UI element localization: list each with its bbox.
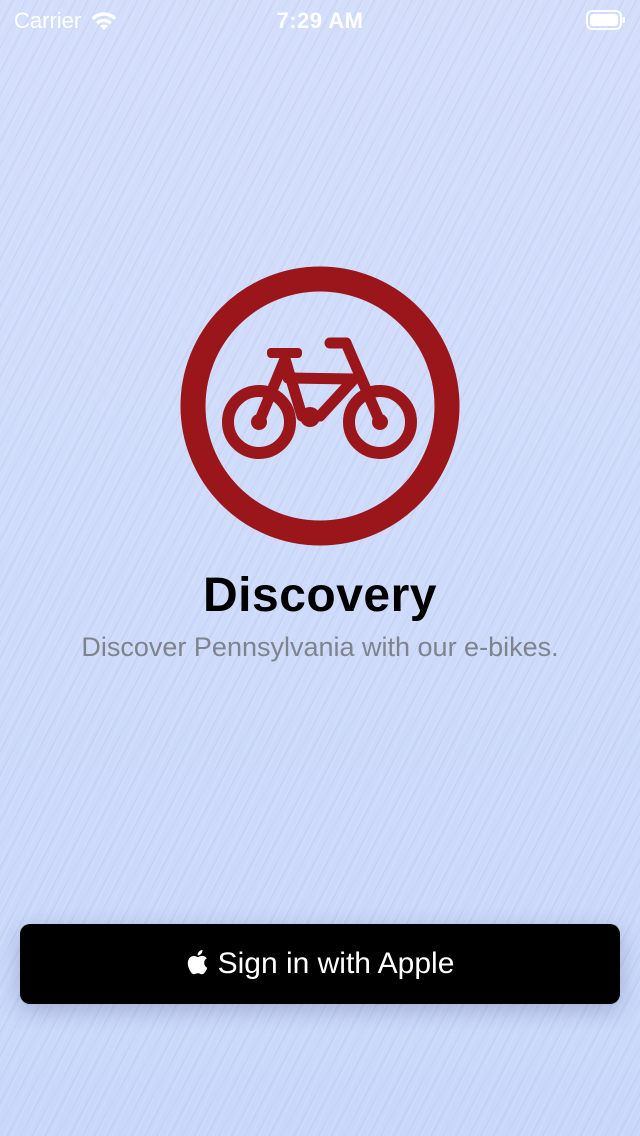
status-bar: Carrier 7:29 AM — [0, 0, 640, 40]
app-logo — [180, 266, 460, 546]
app-subtitle: Discover Pennsylvania with our e-bikes. — [81, 632, 559, 662]
apple-icon — [186, 949, 208, 975]
battery-icon — [586, 10, 626, 30]
status-time: 7:29 AM — [276, 8, 364, 33]
sign-in-with-apple-button[interactable]: Sign in with Apple — [20, 924, 620, 1004]
app-title: Discovery — [203, 569, 437, 622]
bicycle-icon — [180, 266, 460, 546]
sign-in-label: Sign in with Apple — [217, 947, 455, 980]
